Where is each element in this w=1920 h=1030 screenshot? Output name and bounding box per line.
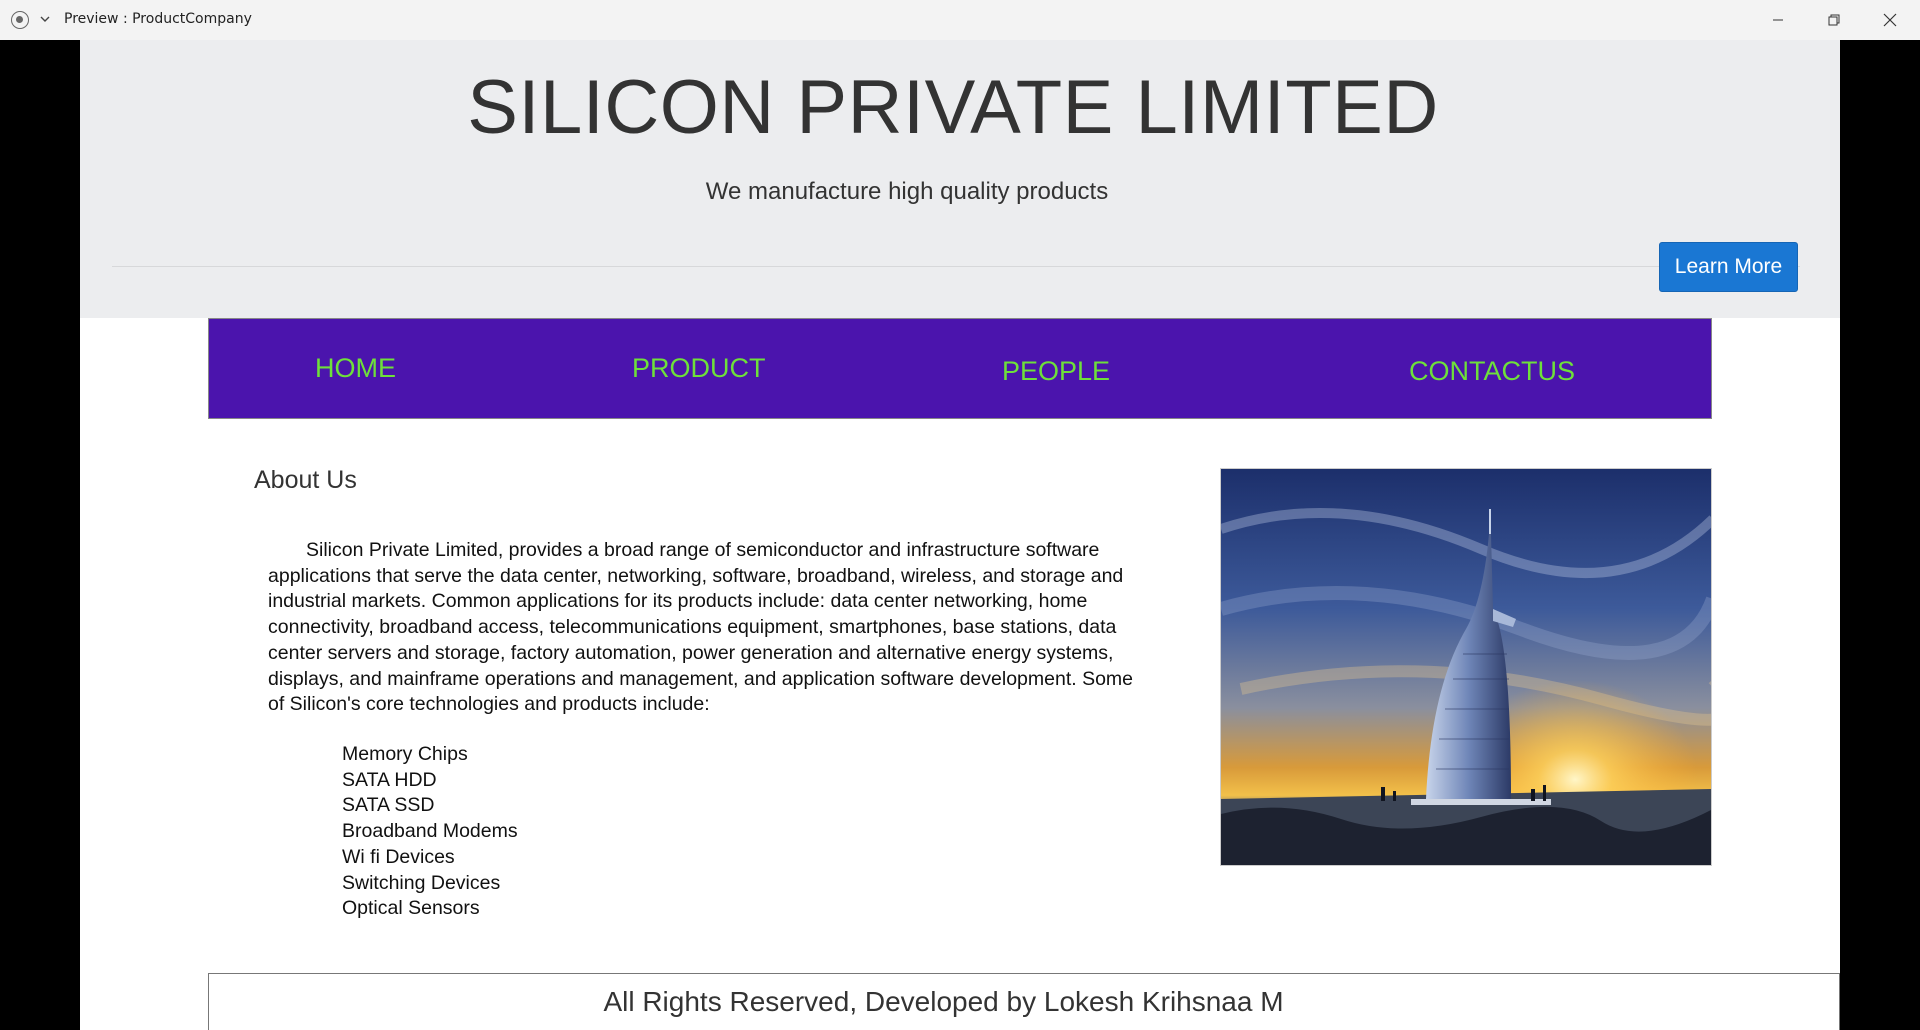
about-paragraph: Silicon Private Limited, provides a broa… [268,539,1134,716]
list-item: Memory Chips [342,743,468,765]
nav-people[interactable]: PEOPLE [1002,356,1110,387]
page-viewport: SILICON PRIVATE LIMITED We manufacture h… [80,40,1840,1030]
list-item: Wi fi Devices [342,845,455,868]
record-icon[interactable] [11,11,29,29]
chevron-down-icon[interactable] [38,12,52,26]
restore-icon [1828,14,1840,26]
nav-home[interactable]: HOME [315,353,396,384]
window-titlebar: Preview : ProductCompany [0,0,1920,40]
main-navbar: HOME PRODUCT PEOPLE CONTACTUS [208,318,1712,419]
close-icon [1883,13,1897,27]
divider [112,266,1800,267]
learn-more-button[interactable]: Learn More [1659,242,1798,292]
list-item: Switching Devices [342,871,501,894]
building-photo [1220,468,1712,866]
list-item: Optical Sensors [342,897,480,920]
jumbotron: SILICON PRIVATE LIMITED We manufacture h… [80,40,1840,318]
window-title: Preview : ProductCompany [64,11,252,27]
site-title: SILICON PRIVATE LIMITED [467,65,1439,150]
product-list: Memory Chips SATA HDD SATA SSD Broadband… [342,742,518,922]
minimize-icon [1773,19,1783,21]
site-tagline: We manufacture high quality products [705,178,1109,205]
close-button[interactable] [1862,0,1918,40]
list-item: SATA SSD [342,794,435,817]
about-heading: About Us [254,466,357,494]
nav-product[interactable]: PRODUCT [632,353,766,384]
restore-button[interactable] [1806,0,1862,40]
footer: All Rights Reserved, Developed by Lokesh… [208,973,1840,1030]
minimize-button[interactable] [1750,0,1806,40]
list-item: Broadband Modems [342,820,518,843]
footer-text: All Rights Reserved, Developed by Lokesh… [603,986,1284,1017]
list-item: SATA HDD [342,768,437,791]
nav-contactus[interactable]: CONTACTUS [1409,356,1575,387]
